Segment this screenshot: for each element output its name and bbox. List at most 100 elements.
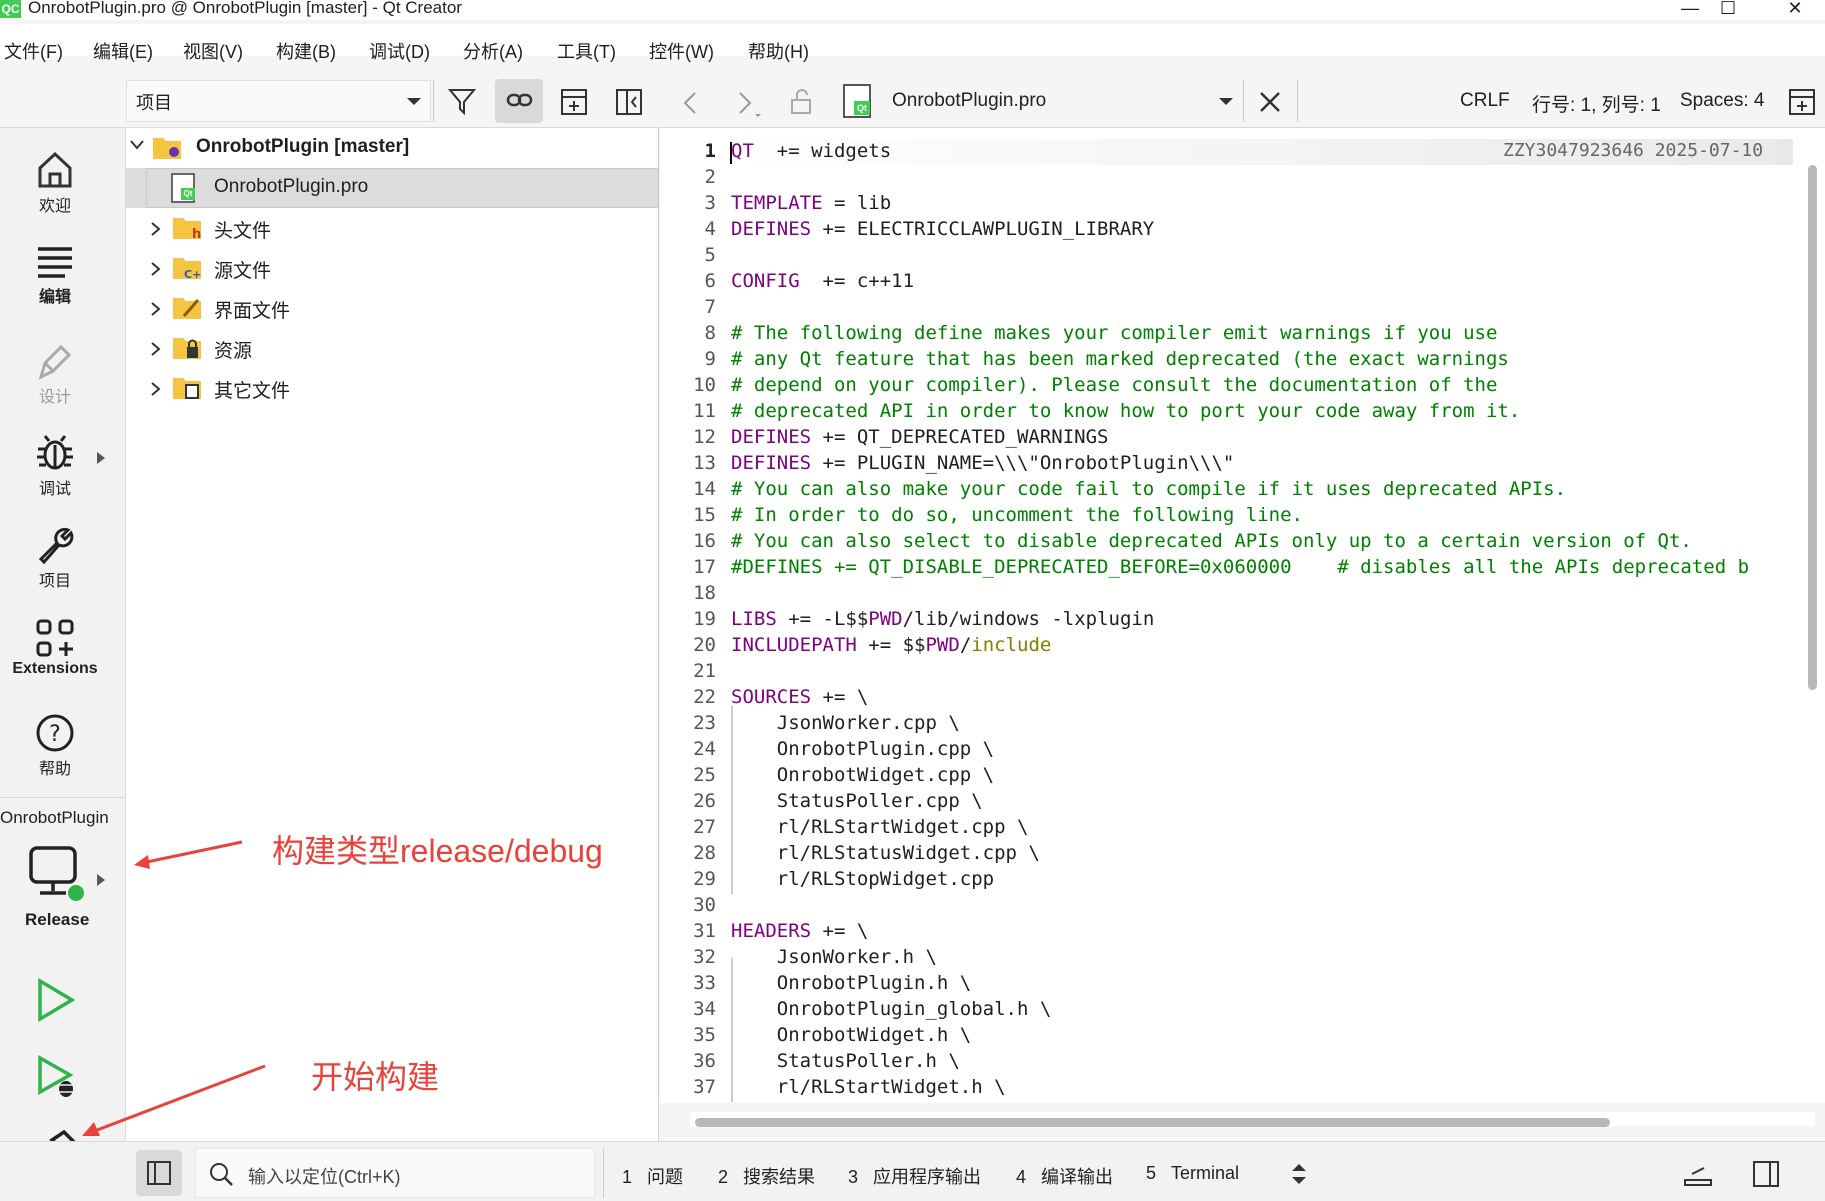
indent-guide <box>731 958 733 1102</box>
open-document-name[interactable]: OnrobotPlugin.pro <box>892 90 1046 112</box>
tab-number: 2 <box>718 1167 729 1187</box>
menu-file[interactable]: 文件(F) <box>4 38 63 64</box>
line-number: 8 <box>704 322 716 344</box>
close-sidebar-icon[interactable] <box>615 88 643 116</box>
mode-debug[interactable]: 调试 <box>0 433 110 499</box>
tree-item-resources[interactable]: 资源 <box>126 328 659 368</box>
tree-item-sources[interactable]: C+ 源文件 <box>126 248 659 288</box>
code-line: SOURCES += \ <box>731 686 869 708</box>
tab-number: 3 <box>848 1167 859 1187</box>
menu-tools[interactable]: 工具(T) <box>557 38 616 64</box>
menu-debug[interactable]: 调试(D) <box>369 38 430 64</box>
debug-run-icon[interactable] <box>36 1055 80 1101</box>
cursor-position[interactable]: 行号: 1, 列号: 1 <box>1532 90 1661 117</box>
toggle-sidebar-button[interactable] <box>136 1150 182 1196</box>
tab-label: 问题 <box>647 1167 684 1187</box>
run-icon[interactable] <box>36 978 76 1022</box>
chevron-right-icon[interactable] <box>151 342 161 356</box>
code-line: DEFINES += QT_DEPRECATED_WARNINGS <box>731 426 1109 448</box>
code-line: # In order to do so, uncomment the follo… <box>731 504 1303 526</box>
chevron-down-icon[interactable] <box>1217 96 1235 108</box>
mode-projects[interactable]: 项目 <box>0 525 110 591</box>
chevron-right-icon[interactable] <box>96 873 106 887</box>
close-window-button[interactable]: ✕ <box>1765 0 1825 20</box>
output-tab-terminal[interactable]: 5 Terminal <box>1146 1163 1239 1184</box>
chevron-right-icon[interactable] <box>151 302 161 316</box>
menu-edit[interactable]: 编辑(E) <box>93 38 153 64</box>
right-sidebar-icon[interactable] <box>1752 1160 1780 1188</box>
tree-item-headers[interactable]: h 头文件 <box>126 208 659 248</box>
line-ending-indicator[interactable]: CRLF <box>1460 90 1510 112</box>
vertical-scroll-thumb[interactable] <box>1808 165 1817 690</box>
mode-extensions[interactable]: Extensions <box>0 618 110 678</box>
horizontal-scroll-thumb[interactable] <box>695 1118 1610 1127</box>
line-number: 23 <box>693 712 716 734</box>
locator-input[interactable]: 输入以定位(Ctrl+K) <box>195 1148 595 1198</box>
menu-controls[interactable]: 控件(W) <box>649 38 714 64</box>
line-number: 24 <box>693 738 716 760</box>
tree-item-label: 资源 <box>214 341 253 362</box>
mode-edit[interactable]: 编辑 <box>0 245 110 307</box>
code-line: OnrobotWidget.h \ <box>731 1024 972 1046</box>
menu-view[interactable]: 视图(V) <box>183 38 243 64</box>
indentation-indicator[interactable]: Spaces: 4 <box>1680 90 1765 112</box>
tab-number: 1 <box>622 1167 633 1187</box>
pro-file-icon: Qt <box>171 173 195 203</box>
tree-item-label: 源文件 <box>214 261 272 282</box>
code-line: HEADERS += \ <box>731 920 869 942</box>
code-line: JsonWorker.cpp \ <box>731 712 960 734</box>
chevron-right-icon[interactable] <box>151 262 161 276</box>
chevron-right-icon[interactable] <box>151 382 161 396</box>
tree-item-forms[interactable]: 界面文件 <box>126 288 659 328</box>
tab-number: 5 <box>1146 1163 1157 1183</box>
menu-build[interactable]: 构建(B) <box>276 38 336 64</box>
chevron-right-icon[interactable] <box>96 451 106 465</box>
mode-welcome[interactable]: 欢迎 <box>0 150 110 216</box>
edit-lines-icon <box>38 247 72 278</box>
kit-selector-button[interactable] <box>28 845 84 901</box>
close-document-icon[interactable] <box>1258 90 1282 114</box>
code-line: rl/RLStatusWidget.cpp \ <box>731 842 1040 864</box>
help-icon: ? <box>36 714 74 752</box>
line-number: 5 <box>704 244 716 266</box>
tree-item-pro-file[interactable]: Qt OnrobotPlugin.pro <box>126 168 659 208</box>
line-number: 15 <box>693 504 716 526</box>
extensions-icon <box>36 619 74 657</box>
project-tree: OnrobotPlugin [master] Qt OnrobotPlugin.… <box>126 128 659 1141</box>
sync-link-button[interactable] <box>495 79 543 123</box>
output-tab-issues[interactable]: 1 问题 <box>622 1163 683 1189</box>
output-tab-search-results[interactable]: 2 搜索结果 <box>718 1163 815 1189</box>
tree-item-other-files[interactable]: 其它文件 <box>126 368 659 408</box>
split-editor-icon[interactable] <box>1788 88 1816 116</box>
filter-icon[interactable] <box>447 87 477 117</box>
forms-folder-icon <box>173 298 201 319</box>
project-folder-icon <box>153 138 181 159</box>
code-line: OnrobotPlugin.h \ <box>731 972 972 994</box>
line-number: 28 <box>693 842 716 864</box>
mode-help[interactable]: ? 帮助 <box>0 713 110 779</box>
chevron-down-icon[interactable] <box>130 140 144 150</box>
back-arrow-icon[interactable] <box>680 90 700 116</box>
code-line: CONFIG += c++11 <box>731 270 915 292</box>
project-root-label: OnrobotPlugin [master] <box>196 136 410 157</box>
up-down-arrows-icon[interactable] <box>1290 1162 1308 1186</box>
mode-design[interactable]: 设计 <box>0 343 110 407</box>
maximize-button[interactable]: ☐ <box>1695 0 1755 20</box>
output-tab-application-output[interactable]: 3 应用程序输出 <box>848 1163 981 1189</box>
add-split-icon[interactable] <box>560 88 588 116</box>
line-number: 11 <box>693 400 716 422</box>
code-line: #DEFINES += QT_DISABLE_DEPRECATED_BEFORE… <box>731 556 1750 578</box>
progress-details-icon[interactable] <box>1682 1160 1714 1188</box>
forward-arrow-icon[interactable] <box>735 90 765 120</box>
svg-text:h: h <box>192 227 201 240</box>
output-tab-compile-output[interactable]: 4 编译输出 <box>1016 1163 1113 1189</box>
divider <box>603 1148 604 1198</box>
menu-analyze[interactable]: 分析(A) <box>463 38 523 64</box>
unlock-icon[interactable] <box>789 89 815 115</box>
menu-help[interactable]: 帮助(H) <box>748 38 809 64</box>
tree-root[interactable]: OnrobotPlugin [master] <box>126 128 659 168</box>
chevron-right-icon[interactable] <box>151 222 161 236</box>
line-number: 31 <box>693 920 716 942</box>
line-number: 13 <box>693 452 716 474</box>
tab-label: 搜索结果 <box>743 1167 816 1187</box>
